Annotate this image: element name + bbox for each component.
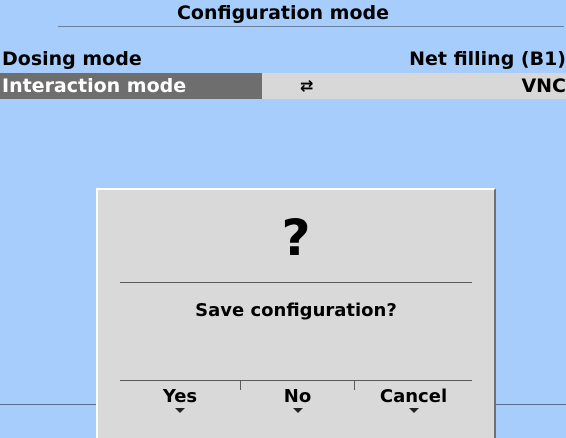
title-divider <box>58 26 564 27</box>
dialog-divider-bottom <box>120 380 472 381</box>
save-config-dialog: ? Save configuration? Yes No Cancel <box>96 188 496 438</box>
row-value: VNC <box>521 75 566 97</box>
no-button-label: No <box>283 386 312 407</box>
row-dosing-mode[interactable]: Dosing mode Net filling (B1) <box>0 46 566 72</box>
row-label-highlight: Interaction mode <box>0 73 262 99</box>
footer-divider-right <box>496 404 566 405</box>
cancel-button-label: Cancel <box>379 386 448 407</box>
dialog-message: Save configuration? <box>195 300 397 321</box>
row-label: Dosing mode <box>2 48 142 70</box>
dialog-divider-top <box>120 282 472 283</box>
yes-button-label: Yes <box>162 386 198 407</box>
question-icon: ? <box>281 209 311 267</box>
row-label: Interaction mode <box>2 75 187 97</box>
row-value: Net filling (B1) <box>409 48 566 70</box>
row-interaction-mode[interactable]: Interaction mode ⇄ VNC <box>0 73 566 99</box>
yes-button[interactable]: Yes <box>120 384 240 413</box>
footer-divider-left <box>0 404 98 405</box>
swap-arrows-icon[interactable]: ⇄ <box>300 73 313 99</box>
screen-title: Configuration mode <box>176 2 390 24</box>
no-button[interactable]: No <box>241 384 354 413</box>
cancel-button[interactable]: Cancel <box>355 384 472 413</box>
